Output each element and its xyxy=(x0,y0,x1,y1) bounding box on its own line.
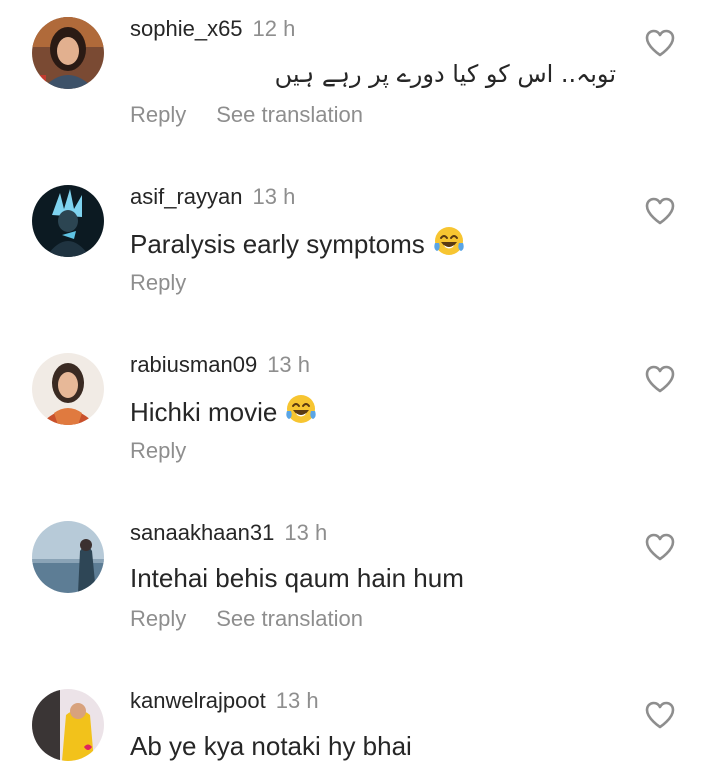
username[interactable]: rabiusman09 xyxy=(130,352,257,377)
comment-meta: kanwelrajpoot 13 h xyxy=(130,687,319,715)
comment-text: Intehai behis qaum hain hum xyxy=(130,563,464,593)
comment-actions: Reply xyxy=(130,268,186,298)
username[interactable]: sanaakhaan31 xyxy=(130,520,274,545)
timestamp: 13 h xyxy=(252,184,296,209)
heart-outline-icon[interactable] xyxy=(644,364,676,394)
see-translation-button[interactable]: See translation xyxy=(216,606,363,631)
comment-text: Hichki movie xyxy=(130,393,317,429)
reply-button[interactable]: Reply xyxy=(130,438,186,463)
comment-meta: sanaakhaan31 13 h xyxy=(130,519,327,547)
reply-button[interactable]: Reply xyxy=(130,606,186,631)
timestamp: 12 h xyxy=(252,16,296,41)
comment-item: asif_rayyan 13 h Paralysis early symptoms… xyxy=(0,168,720,336)
reply-button[interactable]: Reply xyxy=(130,270,186,295)
avatar-image xyxy=(32,353,104,425)
comment-actions: Reply See translation xyxy=(130,604,363,634)
face-with-tears-of-joy-emoji xyxy=(286,395,317,423)
comment-item: rabiusman09 13 h Hichki movie Reply xyxy=(0,336,720,504)
comment-actions: Reply See translation xyxy=(130,100,363,130)
heart-outline-icon[interactable] xyxy=(644,700,676,730)
comment-text: Ab ye kya notaki hy bhai xyxy=(130,731,412,761)
timestamp: 13 h xyxy=(267,352,311,377)
timestamp: 13 h xyxy=(284,520,328,545)
comment-text: Paralysis early symptoms xyxy=(130,225,465,261)
comment-item: sophie_x65 12 h توبہ.. اس کو کیا دورے پر … xyxy=(0,0,720,168)
avatar[interactable] xyxy=(32,521,104,593)
comment-text-content: Paralysis early symptoms xyxy=(130,229,425,259)
comment-meta: asif_rayyan 13 h xyxy=(130,183,295,211)
timestamp: 13 h xyxy=(275,688,319,713)
reply-button[interactable]: Reply xyxy=(130,102,186,127)
comment-item: sanaakhaan31 13 h Intehai behis qaum hain… xyxy=(0,504,720,672)
avatar[interactable] xyxy=(32,689,104,761)
avatar-image xyxy=(32,185,104,257)
username[interactable]: sophie_x65 xyxy=(130,16,243,41)
face-with-tears-of-joy-emoji xyxy=(434,227,464,255)
avatar-image xyxy=(32,17,104,89)
see-translation-button[interactable]: See translation xyxy=(216,102,363,127)
heart-outline-icon[interactable] xyxy=(644,196,676,226)
avatar[interactable] xyxy=(32,185,104,257)
comment-actions: Reply xyxy=(130,436,186,466)
comment-text-content: Hichki movie xyxy=(130,397,278,427)
avatar[interactable] xyxy=(32,17,104,89)
heart-outline-icon[interactable] xyxy=(644,532,676,562)
comment-meta: sophie_x65 12 h xyxy=(130,15,295,43)
avatar-image xyxy=(32,521,104,593)
username[interactable]: asif_rayyan xyxy=(130,184,243,209)
avatar[interactable] xyxy=(32,353,104,425)
comment-meta: rabiusman09 13 h xyxy=(130,351,310,379)
comment-item: kanwelrajpoot 13 h Ab ye kya notaki hy bh… xyxy=(0,672,720,764)
avatar-image xyxy=(32,689,104,761)
heart-outline-icon[interactable] xyxy=(644,28,676,58)
comment-text: توبہ.. اس کو کیا دورے پر رہے ہیں xyxy=(274,60,616,88)
username[interactable]: kanwelrajpoot xyxy=(130,688,266,713)
